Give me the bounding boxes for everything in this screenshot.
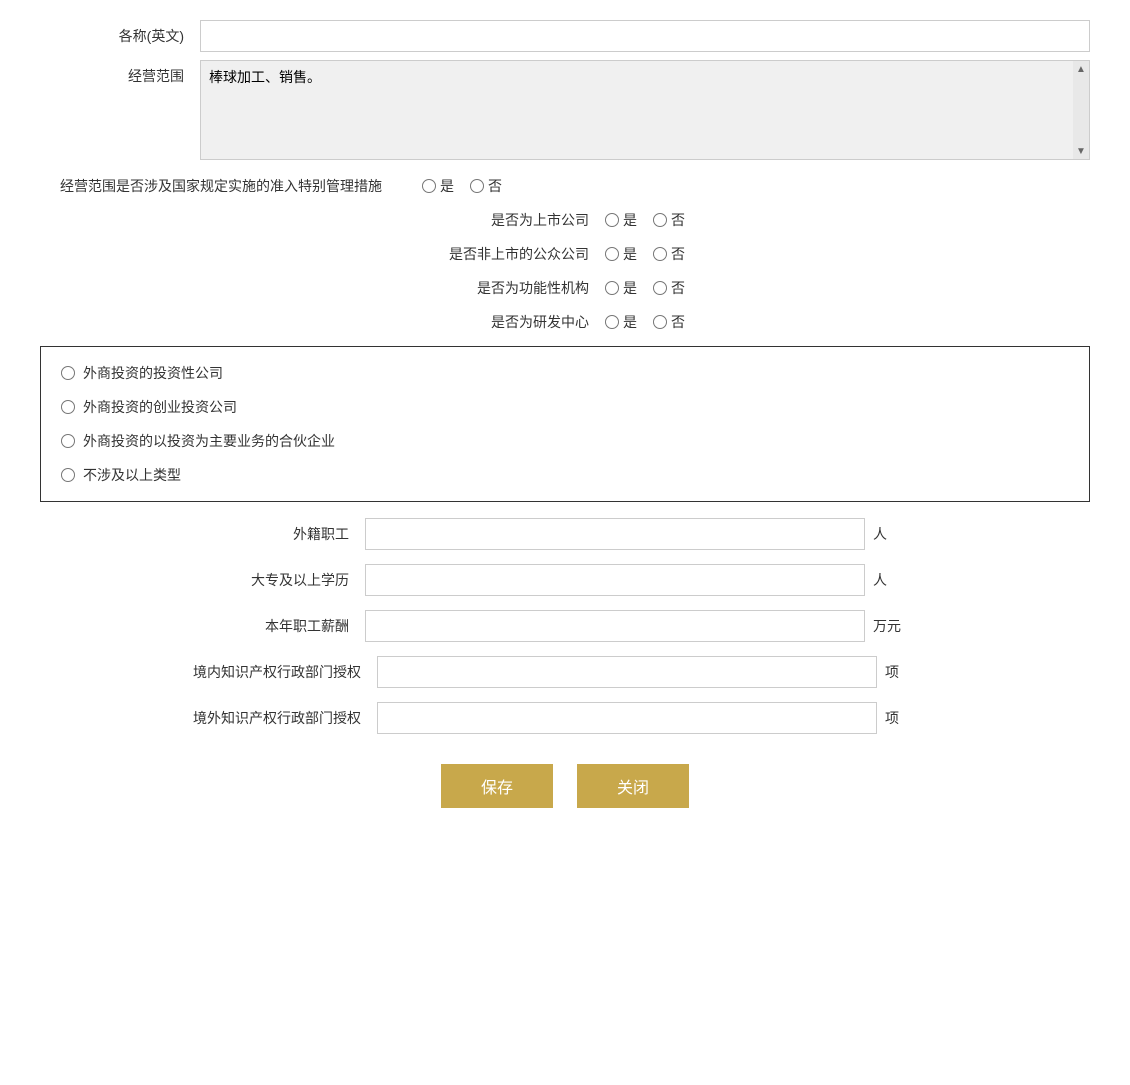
foreign-employees-control: 人 [365,518,925,550]
rd-no[interactable]: 否 [653,312,685,332]
business-scope-label: 经营范围 [40,60,200,86]
special-management-yes[interactable]: 是 [422,176,454,196]
listed-no-label[interactable]: 否 [671,210,685,230]
functional-institution-radios: 是 否 [605,278,685,298]
functional-no[interactable]: 否 [653,278,685,298]
college-degree-row: 大专及以上学历 人 [40,564,1090,596]
functional-no-label[interactable]: 否 [671,278,685,298]
functional-yes-radio[interactable] [605,281,619,295]
non-listed-public-row: 是否非上市的公众公司 是 否 [40,244,1090,264]
investment-type-label-3: 不涉及以上类型 [83,465,181,485]
rd-no-radio[interactable] [653,315,667,329]
foreign-ip-label: 境外知识产权行政部门授权 [193,708,377,728]
domestic-ip-input[interactable] [377,656,877,688]
foreign-ip-input[interactable] [377,702,877,734]
scroll-up-arrow[interactable]: ▲ [1073,61,1089,77]
business-scope-row: 经营范围 棒球加工、销售。 ▲ ▼ [40,60,1090,160]
rd-yes[interactable]: 是 [605,312,637,332]
domestic-ip-label: 境内知识产权行政部门授权 [193,662,377,682]
rd-no-label[interactable]: 否 [671,312,685,332]
special-management-no-radio[interactable] [470,179,484,193]
rd-center-radios: 是 否 [605,312,685,332]
annual-salary-control: 万元 [365,610,925,642]
foreign-ip-row: 境外知识产权行政部门授权 项 [40,702,1090,734]
foreign-employees-unit: 人 [873,524,887,544]
non-listed-yes-label[interactable]: 是 [623,244,637,264]
rd-center-label: 是否为研发中心 [445,312,605,332]
investment-type-radio-0[interactable] [61,366,75,380]
special-management-no-label[interactable]: 否 [488,176,502,196]
domestic-ip-row: 境内知识产权行政部门授权 项 [40,656,1090,688]
non-listed-no-radio[interactable] [653,247,667,261]
save-button[interactable]: 保存 [441,764,553,808]
functional-no-radio[interactable] [653,281,667,295]
listed-yes-label[interactable]: 是 [623,210,637,230]
investment-type-item-3[interactable]: 不涉及以上类型 [61,465,1069,485]
investment-type-item-2[interactable]: 外商投资的以投资为主要业务的合伙企业 [61,431,1069,451]
annual-salary-row: 本年职工薪酬 万元 [40,610,1090,642]
non-listed-no-label[interactable]: 否 [671,244,685,264]
functional-institution-row: 是否为功能性机构 是 否 [40,278,1090,298]
listed-company-row: 是否为上市公司 是 否 [40,210,1090,230]
investment-type-label-1: 外商投资的创业投资公司 [83,397,237,417]
english-name-label: 各称(英文) [40,20,200,46]
business-scope-textarea[interactable]: 棒球加工、销售。 [201,61,1089,159]
english-name-row: 各称(英文) [40,20,1090,52]
special-management-no[interactable]: 否 [470,176,502,196]
functional-institution-label: 是否为功能性机构 [445,278,605,298]
foreign-ip-unit: 项 [885,708,899,728]
special-management-row: 经营范围是否涉及国家规定实施的准入特别管理措施 是 否 [40,176,1090,196]
listed-yes-radio[interactable] [605,213,619,227]
non-listed-yes[interactable]: 是 [605,244,637,264]
non-listed-public-radios: 是 否 [605,244,685,264]
college-degree-control: 人 [365,564,925,596]
english-name-control [200,20,1090,52]
listed-yes[interactable]: 是 [605,210,637,230]
listed-company-radios: 是 否 [605,210,685,230]
foreign-employees-input[interactable] [365,518,865,550]
form-container: 各称(英文) 经营范围 棒球加工、销售。 ▲ ▼ 经营范围是否涉及国家规定实施的… [40,20,1090,808]
non-listed-yes-radio[interactable] [605,247,619,261]
investment-type-radio-3[interactable] [61,468,75,482]
non-listed-no[interactable]: 否 [653,244,685,264]
rd-yes-label[interactable]: 是 [623,312,637,332]
button-row: 保存 关闭 [40,764,1090,808]
scroll-down-arrow[interactable]: ▼ [1073,143,1089,159]
investment-type-item-0[interactable]: 外商投资的投资性公司 [61,363,1069,383]
functional-yes[interactable]: 是 [605,278,637,298]
college-degree-input[interactable] [365,564,865,596]
rd-center-row: 是否为研发中心 是 否 [40,312,1090,332]
domestic-ip-unit: 项 [885,662,899,682]
special-management-yes-label[interactable]: 是 [440,176,454,196]
close-button[interactable]: 关闭 [577,764,689,808]
listed-company-label: 是否为上市公司 [445,210,605,230]
domestic-ip-control: 项 [377,656,937,688]
listed-no[interactable]: 否 [653,210,685,230]
investment-type-radio-1[interactable] [61,400,75,414]
college-degree-unit: 人 [873,570,887,590]
investment-type-item-1[interactable]: 外商投资的创业投资公司 [61,397,1069,417]
annual-salary-label: 本年职工薪酬 [205,616,365,636]
scrollbar-track: ▲ ▼ [1073,61,1089,159]
textarea-wrapper: 棒球加工、销售。 ▲ ▼ [200,60,1090,160]
investment-type-radio-2[interactable] [61,434,75,448]
investment-type-label-0: 外商投资的投资性公司 [83,363,223,383]
investment-type-label-2: 外商投资的以投资为主要业务的合伙企业 [83,431,335,451]
non-listed-public-label: 是否非上市的公众公司 [445,244,605,264]
annual-salary-input[interactable] [365,610,865,642]
english-name-input[interactable] [200,20,1090,52]
rd-yes-radio[interactable] [605,315,619,329]
special-management-yes-radio[interactable] [422,179,436,193]
business-scope-control: 棒球加工、销售。 ▲ ▼ [200,60,1090,160]
annual-salary-unit: 万元 [873,616,901,636]
foreign-ip-control: 项 [377,702,937,734]
foreign-employees-row: 外籍职工 人 [40,518,1090,550]
listed-no-radio[interactable] [653,213,667,227]
college-degree-label: 大专及以上学历 [205,570,365,590]
functional-yes-label[interactable]: 是 [623,278,637,298]
special-management-label: 经营范围是否涉及国家规定实施的准入特别管理措施 [60,176,382,196]
foreign-employees-label: 外籍职工 [205,524,365,544]
special-management-radios: 是 否 [422,176,502,196]
investment-type-group: 外商投资的投资性公司 外商投资的创业投资公司 外商投资的以投资为主要业务的合伙企… [40,346,1090,502]
